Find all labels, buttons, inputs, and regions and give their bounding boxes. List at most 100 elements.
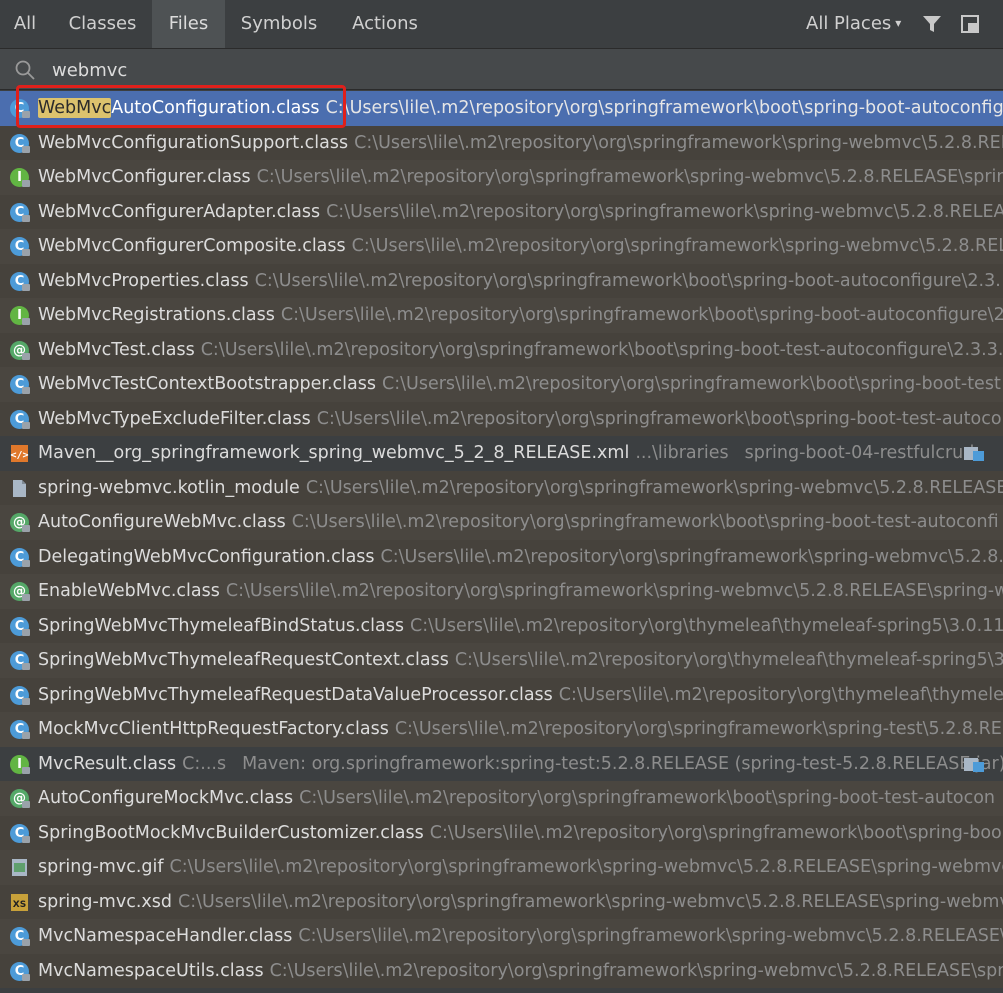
result-path: C:\Users\lile\.m2\repository\org\springf… — [200, 339, 1003, 360]
result-name: WebMvcAutoConfiguration.class C:\Users\li… — [38, 91, 1003, 126]
result-row[interactable]: spring-webmvc.kotlin_module C:\Users\lile… — [0, 470, 1003, 506]
result-path: C:\Users\lile\.m2\repository\org\springf… — [382, 374, 1001, 394]
result-row[interactable]: C MockMvcClientHttpRequestFactory.class C:… — [0, 712, 1003, 747]
result-name: MvcResult.class C:...s Maven: org.springfr… — [38, 747, 1003, 782]
lock-icon — [22, 387, 30, 394]
result-row[interactable]: @ WebMvcTest.class C:\Users\lile\.m2\repos… — [0, 332, 1003, 367]
result-path: C:\Users\lile\.m2\repository\org\thymele… — [410, 615, 1003, 636]
result-path: C:\Users\lile\.m2\repository\org\springf… — [351, 236, 1003, 256]
result-name: spring-webmvc.kotlin_module C:\Users\lile… — [38, 471, 1003, 506]
lock-icon — [22, 352, 30, 360]
result-path: C:\Users\lile\.m2\repository\org\springf… — [280, 305, 1003, 325]
result-path: C:\Users\lile\.m2\repository\org\springf… — [380, 546, 1003, 567]
result-row[interactable]: C WebMvcConfigurationSupport.class C:\User… — [0, 125, 1003, 161]
result-name: AutoConfigureWebMvc.class C:\Users\lile\.… — [38, 512, 999, 532]
result-row[interactable]: C DelegatingWebMvcConfiguration.class C:\U… — [0, 539, 1003, 574]
result-row[interactable]: @ EnableWebMvc.class C:\Users\lile\.m2\rep… — [0, 574, 1003, 609]
result-row[interactable]: </> Maven__org_springframework_spring_web… — [0, 436, 1003, 471]
svg-text:XS: XS — [13, 900, 26, 910]
result-path: C:...s — [182, 753, 227, 774]
filter-icon[interactable] — [922, 14, 942, 34]
result-row[interactable]: C MvcNamespaceUtils.class C:\Users\lile\.m… — [0, 953, 1003, 989]
result-row[interactable]: C SpringWebMvcThymeleafRequestContext.cla… — [0, 643, 1003, 678]
tab-symbols[interactable]: Symbols — [229, 0, 329, 48]
lock-icon — [22, 663, 30, 670]
result-name: SpringWebMvcThymeleafRequestContext.clas… — [38, 643, 1003, 678]
tab-actions[interactable]: Actions — [336, 0, 434, 48]
image-file-icon — [12, 859, 27, 876]
open-in-window-icon[interactable] — [960, 14, 980, 34]
result-row[interactable]: C WebMvcConfigurerComposite.class C:\Users… — [0, 229, 1003, 264]
result-path: C:\Users\lile\.m2\repository\org\springf… — [291, 512, 999, 532]
result-row[interactable]: C SpringBootMockMvcBuilderCustomizer.clas… — [0, 815, 1003, 850]
result-name: MvcNamespaceUtils.class C:\Users\lile\.m2… — [38, 954, 1003, 989]
result-row[interactable]: C WebMvcConfigurerAdapter.class C:\Users\l… — [0, 194, 1003, 230]
result-path: C:\Users\lile\.m2\repository\org\springf… — [269, 960, 1003, 981]
tab-all[interactable]: All — [0, 0, 50, 48]
result-row[interactable]: C SpringWebMvcThymeleafRequestDataValuePr… — [0, 677, 1003, 713]
result-name: SpringWebMvcThymeleafBindStatus.class C:\… — [38, 609, 1003, 644]
result-row[interactable]: C WebMvcTypeExcludeFilter.class C:\Users\l… — [0, 401, 1003, 436]
lock-icon — [22, 973, 30, 981]
result-path: C:\Users\lile\.m2\repository\org\springf… — [256, 167, 1003, 187]
result-path: C:\Users\lile\.m2\repository\org\springf… — [394, 719, 1002, 739]
result-name: spring-mvc.gif C:\Users\lile\.m2\reposito… — [38, 850, 1003, 885]
result-name: spring-mvc.xsd C:\Users\lile\.m2\reposito… — [38, 885, 1003, 920]
result-name: MvcNamespaceHandler.class C:\Users\lile\.… — [38, 919, 1003, 954]
result-location: Maven: org.springframework:spring-test:5… — [242, 753, 1003, 774]
result-name: WebMvcConfigurationSupport.class C:\Users… — [38, 126, 1003, 161]
result-path: C:\Users\lile\.m2\repository\org\springf… — [429, 822, 1002, 843]
result-path: C:\Users\lile\.m2\repository\org\springf… — [316, 408, 1002, 429]
result-location: spring-boot-04-restfulcrud — [744, 443, 975, 463]
result-row[interactable]: I WebMvcRegistrations.class C:\Users\lile\… — [0, 298, 1003, 333]
lock-icon — [22, 628, 30, 636]
result-name: WebMvcConfigurer.class C:\Users\lile\.m2\… — [38, 160, 1003, 195]
result-name: WebMvcTypeExcludeFilter.class C:\Users\li… — [38, 408, 1002, 429]
lock-icon — [22, 214, 30, 222]
result-name: WebMvcConfigurerAdapter.class C:\Users\li… — [38, 195, 1003, 230]
lock-icon — [22, 835, 30, 843]
lock-icon — [22, 559, 30, 567]
lock-icon — [22, 249, 30, 256]
result-row[interactable]: I MvcResult.class C:...s Maven: org.springf… — [0, 746, 1003, 782]
result-name: SpringWebMvcThymeleafRequestDataValuePro… — [38, 678, 1003, 713]
result-row[interactable]: @ AutoConfigureMockMvc.class C:\Users\lile… — [0, 781, 1003, 816]
tab-classes[interactable]: Classes — [55, 0, 150, 48]
results-list: C WebMvcAutoConfiguration.class C:\Users\l… — [0, 91, 1003, 993]
result-name-rest: AutoConfiguration.class — [111, 98, 320, 118]
lock-icon — [22, 180, 30, 187]
result-row[interactable]: spring-mvc.gif C:\Users\lile\.m2\reposito… — [0, 850, 1003, 885]
result-row[interactable]: C MvcNamespaceHandler.class C:\Users\lile\… — [0, 919, 1003, 954]
result-path: C:\Users\lile\.m2\repository\org\springf… — [254, 270, 1001, 291]
result-row[interactable]: C WebMvcProperties.class C:\Users\lile\.m2… — [0, 263, 1003, 298]
result-row[interactable]: C SpringWebMvcThymeleafBindStatus.class C:… — [0, 608, 1003, 644]
library-icon — [964, 447, 984, 461]
result-name: WebMvcTest.class C:\Users\lile\.m2\reposi… — [38, 339, 1003, 360]
search-input[interactable] — [50, 55, 954, 85]
result-name: Maven__org_springframework_spring_webmvc… — [38, 443, 975, 463]
result-name: WebMvcRegistrations.class C:\Users\lile\.… — [38, 305, 1003, 325]
lock-icon — [22, 525, 30, 532]
svg-text:</>: </> — [10, 450, 28, 461]
lock-icon — [22, 697, 30, 705]
result-name: EnableWebMvc.class C:\Users\lile\.m2\repo… — [38, 574, 1003, 609]
result-path: C:\Users\lile\.m2\repository\org\thymele… — [454, 650, 1003, 670]
lock-icon — [22, 111, 30, 118]
lock-icon — [22, 801, 30, 808]
result-path: C:\Users\lile\.m2\repository\org\springf… — [169, 857, 1003, 877]
result-row[interactable]: @ AutoConfigureWebMvc.class C:\Users\lile\… — [0, 505, 1003, 540]
result-row[interactable]: XS spring-mvc.xsd C:\Users\lile\.m2\reposi… — [0, 884, 1003, 920]
scope-dropdown[interactable]: All Places ▾ — [806, 0, 901, 48]
result-row[interactable]: C WebMvcTestContextBootstrapper.class C:\U… — [0, 367, 1003, 402]
result-name: MockMvcClientHttpRequestFactory.class C:\… — [38, 719, 1002, 739]
result-name: AutoConfigureMockMvc.class C:\Users\lile\… — [38, 788, 996, 808]
result-path: C:\Users\lile\.m2\repository\org\thymele… — [558, 684, 1003, 705]
result-row[interactable]: C WebMvcAutoConfiguration.class C:\Users\l… — [0, 91, 1003, 126]
result-row[interactable]: I WebMvcConfigurer.class C:\Users\lile\.m2… — [0, 160, 1003, 195]
lock-icon — [22, 594, 30, 601]
lock-icon — [22, 421, 30, 429]
result-path: C:\Users\lile\.m2\repository\org\springf… — [325, 98, 1003, 118]
tab-files[interactable]: Files — [152, 0, 225, 48]
result-path: C:\Users\lile\.m2\repository\org\springf… — [305, 477, 1003, 498]
chevron-down-icon: ▾ — [895, 16, 902, 30]
